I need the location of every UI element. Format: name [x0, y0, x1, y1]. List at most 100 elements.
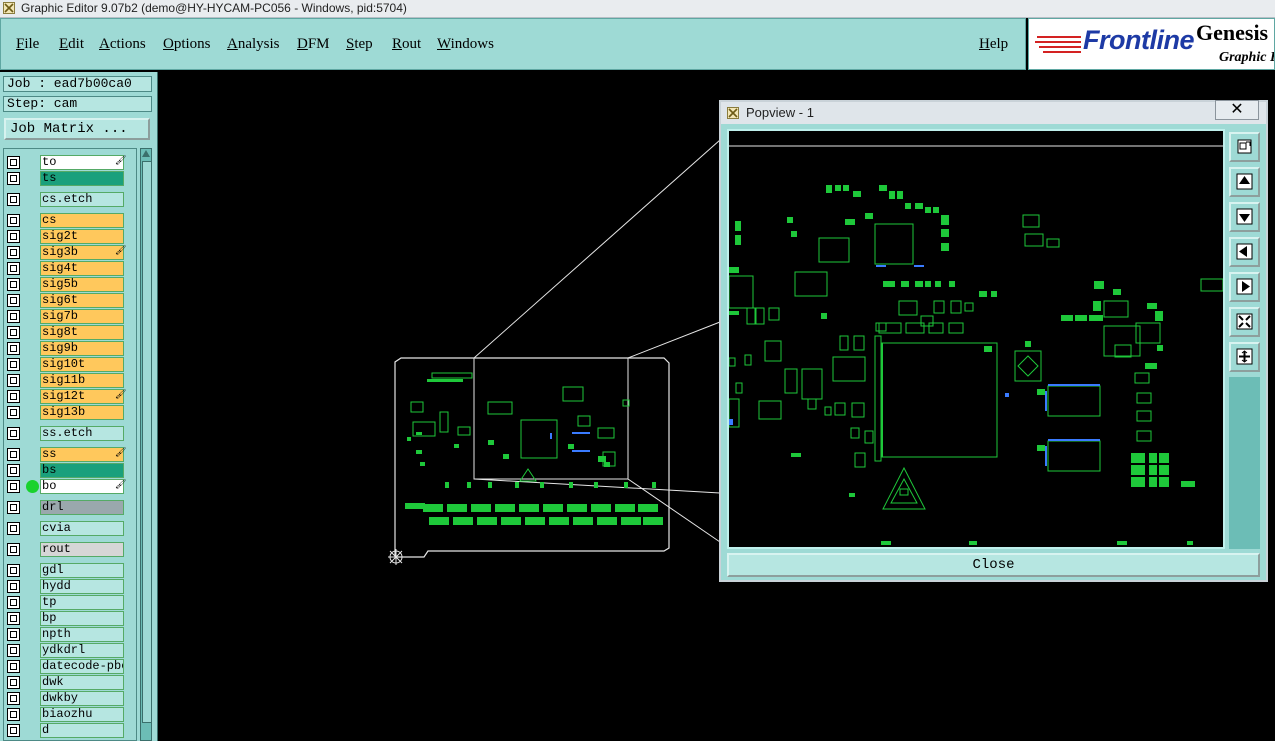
layer-name[interactable]: sig9b [40, 341, 124, 356]
layer-row[interactable]: bo 🖌 [7, 479, 126, 494]
layer-checkbox[interactable] [7, 406, 20, 419]
job-matrix-button[interactable]: Job Matrix ... [4, 118, 150, 140]
layer-checkbox[interactable] [7, 708, 20, 721]
layer-name[interactable]: sig4t [40, 261, 124, 276]
layer-name[interactable]: drl [40, 500, 124, 515]
layer-name[interactable]: dwk [40, 675, 124, 690]
layer-checkbox[interactable] [7, 724, 20, 737]
layer-row[interactable]: ss.etch [7, 426, 124, 441]
layer-name[interactable]: ts [40, 171, 124, 186]
layer-checkbox[interactable] [7, 596, 20, 609]
menu-edit[interactable]: Edit [59, 36, 84, 53]
layer-row[interactable]: cs [7, 213, 124, 228]
layer-checkbox[interactable] [7, 230, 20, 243]
layer-row[interactable]: biaozhu [7, 707, 124, 722]
layer-name[interactable]: bo [40, 479, 124, 494]
layer-row[interactable]: sig13b [7, 405, 124, 420]
layer-name[interactable]: ss [40, 447, 124, 462]
layer-name[interactable]: sig13b [40, 405, 124, 420]
pan-right-button[interactable] [1229, 272, 1260, 302]
layer-checkbox[interactable] [7, 676, 20, 689]
layer-row[interactable]: drl [7, 500, 124, 515]
layer-name[interactable]: ss.etch [40, 426, 124, 441]
layer-row[interactable]: datecode-pbe [7, 659, 124, 674]
layer-checkbox[interactable] [7, 427, 20, 440]
layer-name[interactable]: dwkby [40, 691, 124, 706]
layer-checkbox[interactable] [7, 326, 20, 339]
layer-name[interactable]: sig2t [40, 229, 124, 244]
layer-name[interactable]: bp [40, 611, 124, 626]
layer-row[interactable]: d [7, 723, 124, 738]
graphic-canvas[interactable]: Popview - 1 ✕ Close [158, 72, 1275, 741]
menu-actions[interactable]: Actions [99, 36, 146, 53]
menu-rout[interactable]: Rout [392, 36, 421, 53]
layer-name[interactable]: sig6t [40, 293, 124, 308]
layer-row[interactable]: rout [7, 542, 124, 557]
layer-name[interactable]: rout [40, 542, 124, 557]
layer-checkbox[interactable] [7, 342, 20, 355]
layer-checkbox[interactable] [7, 193, 20, 206]
layer-checkbox[interactable] [7, 358, 20, 371]
popview-close-x-button[interactable]: ✕ [1215, 100, 1259, 120]
zoom-in-button[interactable] [1229, 342, 1260, 372]
layer-checkbox[interactable] [7, 172, 20, 185]
layer-checkbox[interactable] [7, 390, 20, 403]
layer-row[interactable]: cs.etch [7, 192, 124, 207]
layer-name[interactable]: to [40, 155, 124, 170]
layer-name[interactable]: sig12t [40, 389, 124, 404]
layer-checkbox[interactable] [7, 660, 20, 673]
layer-name[interactable]: hydd [40, 579, 124, 594]
layer-row[interactable]: cvia [7, 521, 124, 536]
layer-checkbox[interactable] [7, 501, 20, 514]
layer-checkbox[interactable] [7, 262, 20, 275]
layer-checkbox[interactable] [7, 564, 20, 577]
layer-row[interactable]: sig7b [7, 309, 124, 324]
popview-board-detail[interactable] [729, 131, 1223, 547]
pan-up-button[interactable] [1229, 167, 1260, 197]
layer-name[interactable]: cs.etch [40, 192, 124, 207]
menu-dfm[interactable]: DFM [297, 36, 330, 53]
layer-checkbox[interactable] [7, 214, 20, 227]
layer-checkbox[interactable] [7, 156, 20, 169]
layer-row[interactable]: sig8t [7, 325, 124, 340]
layer-row[interactable]: dwkby [7, 691, 124, 706]
layer-name[interactable]: bs [40, 463, 124, 478]
layer-row[interactable]: to 🖌 [7, 155, 126, 170]
layer-checkbox[interactable] [7, 310, 20, 323]
layer-row[interactable]: hydd [7, 579, 124, 594]
layer-checkbox[interactable] [7, 543, 20, 556]
layer-row[interactable]: sig2t [7, 229, 124, 244]
layer-row[interactable]: dwk [7, 675, 124, 690]
layer-row[interactable]: ts [7, 171, 124, 186]
layer-name[interactable]: sig7b [40, 309, 124, 324]
menu-windows[interactable]: Windows [437, 36, 494, 53]
layer-checkbox[interactable] [7, 294, 20, 307]
menu-options[interactable]: Options [163, 36, 211, 53]
layer-checkbox[interactable] [7, 628, 20, 641]
layer-checkbox[interactable] [7, 448, 20, 461]
layer-name[interactable]: gdl [40, 563, 124, 578]
layer-name[interactable]: npth [40, 627, 124, 642]
layer-checkbox[interactable] [7, 692, 20, 705]
layer-name[interactable]: sig8t [40, 325, 124, 340]
layer-name[interactable]: cs [40, 213, 124, 228]
layer-checkbox[interactable] [7, 480, 20, 493]
popview-close-button[interactable]: Close [727, 553, 1260, 577]
layer-row[interactable]: ydkdrl [7, 643, 124, 658]
scroll-thumb[interactable] [142, 161, 152, 723]
layer-row[interactable]: sig6t [7, 293, 124, 308]
layer-row[interactable]: sig5b [7, 277, 124, 292]
layer-name[interactable]: biaozhu [40, 707, 124, 722]
menu-file[interactable]: File [16, 36, 39, 53]
popview-titlebar[interactable]: Popview - 1 [721, 102, 1266, 124]
layer-checkbox[interactable] [7, 580, 20, 593]
menu-step[interactable]: Step [346, 36, 373, 53]
layer-row[interactable]: bp [7, 611, 124, 626]
menu-analysis[interactable]: Analysis [227, 36, 280, 53]
layer-scrollbar[interactable] [140, 148, 152, 741]
layer-name[interactable]: d [40, 723, 124, 738]
layer-row[interactable]: npth [7, 627, 124, 642]
popview-canvas[interactable] [727, 129, 1225, 549]
layer-name[interactable]: datecode-pbe [40, 659, 124, 674]
layer-row[interactable]: ss 🖌 [7, 447, 126, 462]
